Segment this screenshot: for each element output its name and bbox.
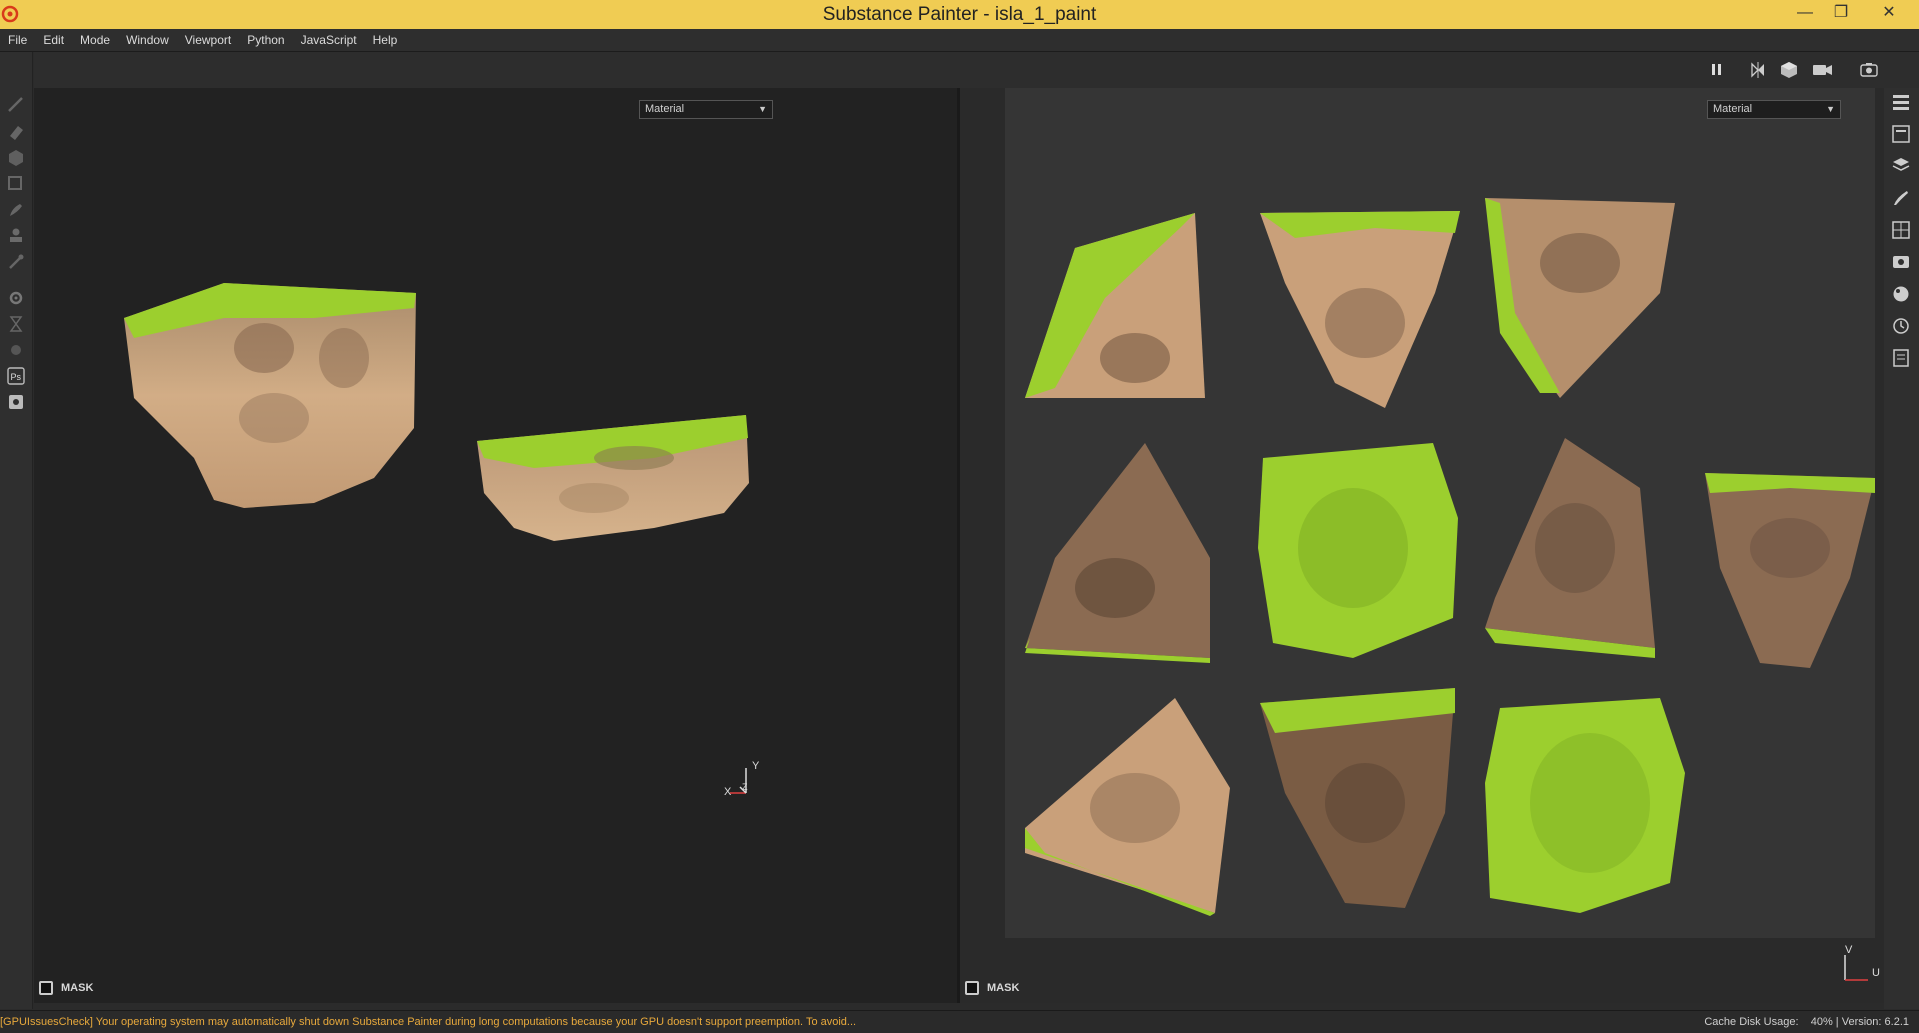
hourglass-icon[interactable]: [6, 314, 26, 334]
menu-mode[interactable]: Mode: [72, 29, 118, 51]
dock-sidebar: [1884, 88, 1919, 1009]
uv-island-8: [1025, 698, 1230, 916]
axis-y-label: Y: [752, 760, 760, 772]
photoshop-export-icon[interactable]: Ps: [6, 366, 26, 386]
camera-export-icon[interactable]: [6, 392, 26, 412]
menu-bar: File Edit Mode Window Viewport Python JavaScri…: [0, 29, 1919, 52]
clone-stamp-icon[interactable]: [6, 226, 26, 246]
rock-island-large-mesh: [124, 283, 416, 508]
uv-island-10: [1485, 698, 1685, 913]
axis-z-label: Z: [742, 782, 748, 792]
log-icon[interactable]: [1892, 349, 1910, 367]
axis-x-label: X: [724, 786, 732, 798]
uv-island-6: [1485, 438, 1655, 658]
settings-gear-icon[interactable]: [6, 288, 26, 308]
uv-texture-area: [1005, 88, 1875, 938]
uv-island-4: [1025, 443, 1210, 663]
axis-v-label: V: [1845, 944, 1853, 956]
mask-label: MASK: [987, 981, 1020, 994]
paint-brush-icon[interactable]: [6, 94, 26, 114]
mask-checkbox-icon: [39, 981, 53, 995]
viewport-left-mode-value: Material: [645, 103, 685, 115]
menu-edit[interactable]: Edit: [35, 29, 72, 51]
chevron-down-icon: ▼: [1826, 104, 1835, 114]
viewport-left-mode-select[interactable]: Material ▼: [639, 100, 773, 119]
2d-uv-viewport[interactable]: Material ▼ V U MASK: [960, 88, 1884, 1003]
viewport-toolbar: [34, 52, 1919, 88]
gpu-warning-message[interactable]: [GPUIssuesCheck] Your operating system m…: [0, 1011, 856, 1033]
texture-set-settings-icon[interactable]: [1892, 221, 1910, 239]
projection-icon[interactable]: [6, 148, 26, 168]
eraser-icon[interactable]: [6, 122, 26, 142]
svg-text:Ps: Ps: [11, 372, 22, 382]
mask-label: MASK: [61, 981, 94, 994]
history-icon[interactable]: [1892, 317, 1910, 335]
brush-properties-icon[interactable]: [1892, 189, 1910, 207]
cache-disk-usage: Cache Disk Usage: 40% | Version: 6.2.1: [1704, 1011, 1909, 1033]
symmetry-icon[interactable]: [1750, 62, 1772, 78]
shader-settings-icon[interactable]: [1892, 285, 1910, 303]
chevron-down-icon: ▼: [758, 104, 767, 114]
status-bar: [GPUIssuesCheck] Your operating system m…: [0, 1010, 1919, 1033]
cache-version-value: 40% | Version: 6.2.1: [1810, 1016, 1909, 1028]
menu-viewport[interactable]: Viewport: [177, 29, 239, 51]
uv-island-5: [1258, 443, 1458, 658]
tools-sidebar: Ps: [0, 52, 33, 1009]
uv-island-3: [1485, 198, 1675, 398]
screenshot-icon[interactable]: [1860, 62, 1878, 78]
uv-island-1: [1025, 213, 1205, 398]
close-button[interactable]: ✕: [1859, 0, 1919, 29]
menu-javascript[interactable]: JavaScript: [293, 29, 365, 51]
texture-set-list-icon[interactable]: [1892, 125, 1910, 143]
mask-checkbox-icon: [965, 981, 979, 995]
menu-file[interactable]: File: [0, 29, 35, 51]
axis-u-label: U: [1872, 967, 1880, 979]
uv-island-2: [1260, 211, 1460, 408]
display-mode-cube-icon[interactable]: [1780, 61, 1800, 79]
window-title: Substance Painter - isla_1_paint: [822, 4, 1097, 25]
3d-viewport[interactable]: Material ▼ Y X Z MASK: [34, 88, 957, 1003]
substance-plugin-icon[interactable]: [6, 340, 26, 360]
camera-icon[interactable]: [1812, 62, 1834, 78]
title-bar: Substance Painter - isla_1_paint — ❐ ✕: [0, 0, 1919, 29]
cache-label: Cache Disk Usage:: [1704, 1016, 1799, 1028]
viewport-right-mode-select[interactable]: Material ▼: [1707, 100, 1841, 119]
uv-island-7: [1705, 473, 1875, 668]
menu-window[interactable]: Window: [118, 29, 177, 51]
mask-toggle-left[interactable]: MASK: [39, 981, 93, 1003]
restore-button[interactable]: ❐: [1823, 0, 1859, 29]
layers-panel-icon[interactable]: [1892, 93, 1910, 111]
geometry-decal-icon[interactable]: [6, 174, 26, 194]
menu-help[interactable]: Help: [365, 29, 406, 51]
mask-toggle-right[interactable]: MASK: [965, 981, 1019, 1003]
pause-icon[interactable]: [1710, 63, 1724, 77]
color-picker-icon[interactable]: [6, 252, 26, 272]
uv-island-9: [1260, 688, 1455, 908]
viewport-right-mode-value: Material: [1713, 103, 1753, 115]
menu-python[interactable]: Python: [239, 29, 292, 51]
display-settings-icon[interactable]: [1892, 253, 1910, 271]
smudge-icon[interactable]: [6, 200, 26, 220]
rock-island-flat-mesh: [477, 415, 749, 541]
minimize-button[interactable]: —: [1787, 0, 1823, 29]
layer-stack-icon[interactable]: [1892, 157, 1910, 175]
